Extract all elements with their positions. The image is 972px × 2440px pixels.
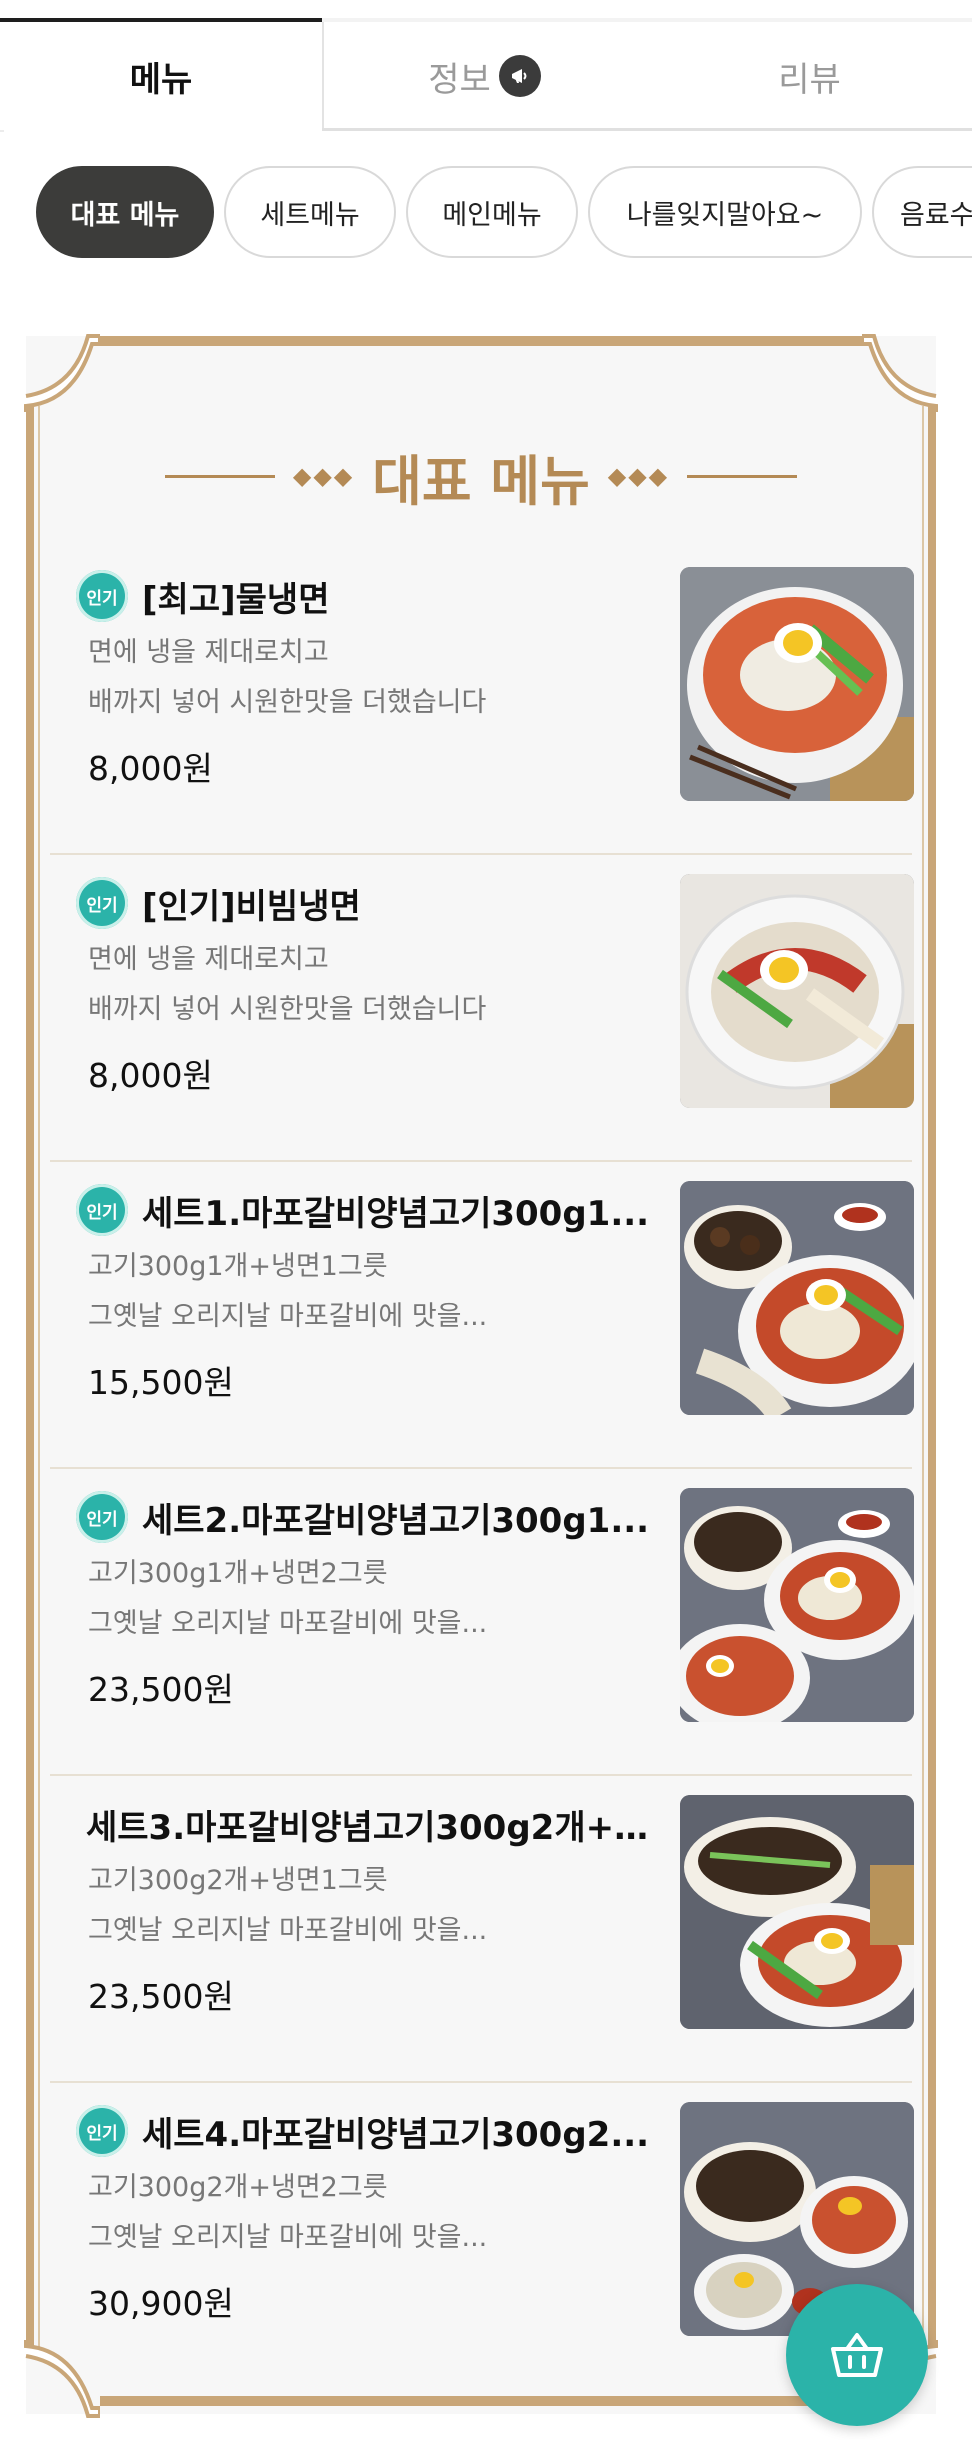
menu-item-price: 8,000원 (88, 749, 213, 788)
tab-divider (322, 128, 972, 131)
menu-item-name-row: 인기 세트2.마포갈비양념고기300g1... (50, 1489, 650, 1545)
menu-item-desc: 고기300g2개+냉면1그릇 (88, 1865, 388, 1896)
chip-label: 음료수 (900, 199, 972, 231)
menu-item-name: [최고]물냉면 (142, 579, 330, 620)
menu-item-name-row: 인기 [인기]비빔냉면 (50, 875, 650, 931)
section-title: 대표 메뉴 (372, 449, 590, 513)
menu-item-desc: 배까지 넣어 시원한맛을 더했습니다 (88, 687, 487, 718)
menu-item-name-row: 인기 세트1.마포갈비양념고기300g1... (50, 1182, 650, 1238)
menu-item-desc: 그옛날 오리지날 마포갈비에 맛을... (88, 1301, 488, 1332)
menu-item[interactable]: 세트3.마포갈비양념고기300g2개+... 고기300g2개+냉면1그릇 그옛… (50, 1776, 914, 2083)
tab-info-label: 정보 (428, 59, 491, 100)
category-chip-bar: 대표 메뉴 세트메뉴 메인메뉴 나를잊지말아요~ 음료수 (0, 166, 972, 262)
chip-label: 세트메뉴 (260, 199, 360, 231)
menu-item-photo (680, 1181, 914, 1415)
menu-item-name-row: 인기 세트4.마포갈비양념고기300g2... (50, 2103, 650, 2159)
popular-badge: 인기 (76, 1491, 128, 1543)
menu-item-text: 세트3.마포갈비양념고기300g2개+... 고기300g2개+냉면1그릇 그옛… (50, 1796, 650, 2018)
tab-review-label: 리뷰 (778, 59, 841, 100)
menu-item-desc: 면에 냉을 제대로치고 (88, 637, 329, 668)
frame-corner-ornament (862, 334, 938, 412)
menu-item-name-row: 인기 [최고]물냉면 (50, 568, 650, 624)
popular-badge: 인기 (76, 877, 128, 929)
menu-item-desc: 고기300g2개+냉면2그릇 (88, 2172, 388, 2203)
frame-border-top (100, 336, 862, 346)
menu-item[interactable]: 인기 [최고]물냉면 면에 냉을 제대로치고 배까지 넣어 시원한맛을 더했습니… (50, 548, 914, 855)
menu-item-text: 인기 [최고]물냉면 면에 냉을 제대로치고 배까지 넣어 시원한맛을 더했습니… (50, 568, 650, 790)
frame-border-bottom (100, 2396, 862, 2406)
popular-badge: 인기 (76, 1184, 128, 1236)
menu-item-photo (680, 874, 914, 1108)
tab-menu-label: 메뉴 (129, 59, 193, 100)
menu-item[interactable]: 인기 세트2.마포갈비양념고기300g1... 고기300g1개+냉면2그릇 그… (50, 1469, 914, 1776)
menu-item-name: [인기]비빔냉면 (142, 886, 361, 927)
menu-item-photo (680, 1488, 914, 1722)
popular-badge: 인기 (76, 2105, 128, 2157)
chip-label: 나를잊지말아요~ (626, 199, 824, 231)
tab-bar: 메뉴 정보 리뷰 (0, 0, 972, 132)
chip-forget-me-not[interactable]: 나를잊지말아요~ (588, 166, 862, 258)
section-header: ◆◆◆ 대표 메뉴 ◆◆◆ (14, 436, 948, 516)
menu-item-text: 인기 세트1.마포갈비양념고기300g1... 고기300g1개+냉면1그릇 그… (50, 1182, 650, 1404)
menu-item-price: 30,900원 (88, 2284, 234, 2323)
megaphone-icon (498, 55, 541, 97)
title-deco-line (164, 474, 275, 478)
frame-inner-line (922, 406, 924, 2356)
diamond-ornament-icon: ◆◆◆ (607, 462, 670, 490)
frame-border-right (928, 406, 936, 2356)
menu-item-photo (680, 567, 914, 801)
menu-item-desc: 배까지 넣어 시원한맛을 더했습니다 (88, 994, 487, 1025)
menu-item-price: 15,500원 (88, 1363, 234, 1402)
menu-item-text: 인기 세트2.마포갈비양념고기300g1... 고기300g1개+냉면2그릇 그… (50, 1489, 650, 1711)
popular-badge: 인기 (76, 570, 128, 622)
menu-frame: ◆◆◆ 대표 메뉴 ◆◆◆ 인기 [최고]물냉면 면에 냉을 제대로치고 배까지… (14, 326, 948, 2426)
menu-item[interactable]: 인기 세트4.마포갈비양념고기300g2... 고기300g2개+냉면2그릇 그… (50, 2083, 914, 2388)
menu-item-price: 23,500원 (88, 1670, 234, 1709)
basket-icon (831, 2333, 883, 2377)
frame-corner-ornament (24, 334, 100, 412)
title-deco-line (687, 474, 798, 478)
tab-menu[interactable]: 메뉴 (0, 22, 324, 130)
menu-item-name-row: 세트3.마포갈비양념고기300g2개+... (50, 1796, 650, 1852)
frame-inner-line (38, 406, 40, 2356)
diamond-ornament-icon: ◆◆◆ (292, 462, 355, 490)
menu-item-text: 인기 세트4.마포갈비양념고기300g2... 고기300g2개+냉면2그릇 그… (50, 2103, 650, 2325)
menu-item[interactable]: 인기 [인기]비빔냉면 면에 냉을 제대로치고 배까지 넣어 시원한맛을 더했습… (50, 855, 914, 1162)
menu-item-name: 세트3.마포갈비양념고기300g2개+... (86, 1807, 650, 1848)
cart-button[interactable] (786, 2284, 928, 2426)
menu-item-desc: 그옛날 오리지날 마포갈비에 맛을... (88, 1915, 488, 1946)
menu-list: 인기 [최고]물냉면 면에 냉을 제대로치고 배까지 넣어 시원한맛을 더했습니… (50, 548, 914, 2388)
menu-item-desc: 고기300g1개+냉면1그릇 (88, 1251, 388, 1282)
menu-item-price: 8,000원 (88, 1056, 213, 1095)
chip-label: 메인메뉴 (442, 199, 542, 231)
tab-info[interactable]: 정보 (322, 22, 647, 130)
menu-item-desc: 그옛날 오리지날 마포갈비에 맛을... (88, 1608, 488, 1639)
menu-item-desc: 그옛날 오리지날 마포갈비에 맛을... (88, 2222, 488, 2253)
chip-label: 대표 메뉴 (70, 199, 180, 231)
menu-item-name: 세트4.마포갈비양념고기300g2... (142, 2114, 650, 2155)
menu-item-desc: 고기300g1개+냉면2그릇 (88, 1558, 388, 1589)
menu-item-photo (680, 1795, 914, 2029)
chip-signature-menu[interactable]: 대표 메뉴 (36, 166, 214, 258)
tab-review[interactable]: 리뷰 (647, 22, 972, 130)
chip-drinks[interactable]: 음료수 (872, 166, 972, 258)
frame-border-left (26, 406, 34, 2356)
menu-item-text: 인기 [인기]비빔냉면 면에 냉을 제대로치고 배까지 넣어 시원한맛을 더했습… (50, 875, 650, 1097)
chip-set-menu[interactable]: 세트메뉴 (224, 166, 396, 258)
menu-item-name: 세트2.마포갈비양념고기300g1... (142, 1500, 650, 1541)
menu-item-name: 세트1.마포갈비양념고기300g1... (142, 1193, 650, 1234)
chip-main-menu[interactable]: 메인메뉴 (406, 166, 578, 258)
menu-item-desc: 면에 냉을 제대로치고 (88, 944, 329, 975)
menu-item[interactable]: 인기 세트1.마포갈비양념고기300g1... 고기300g1개+냉면1그릇 그… (50, 1162, 914, 1469)
menu-item-price: 23,500원 (88, 1977, 234, 2016)
